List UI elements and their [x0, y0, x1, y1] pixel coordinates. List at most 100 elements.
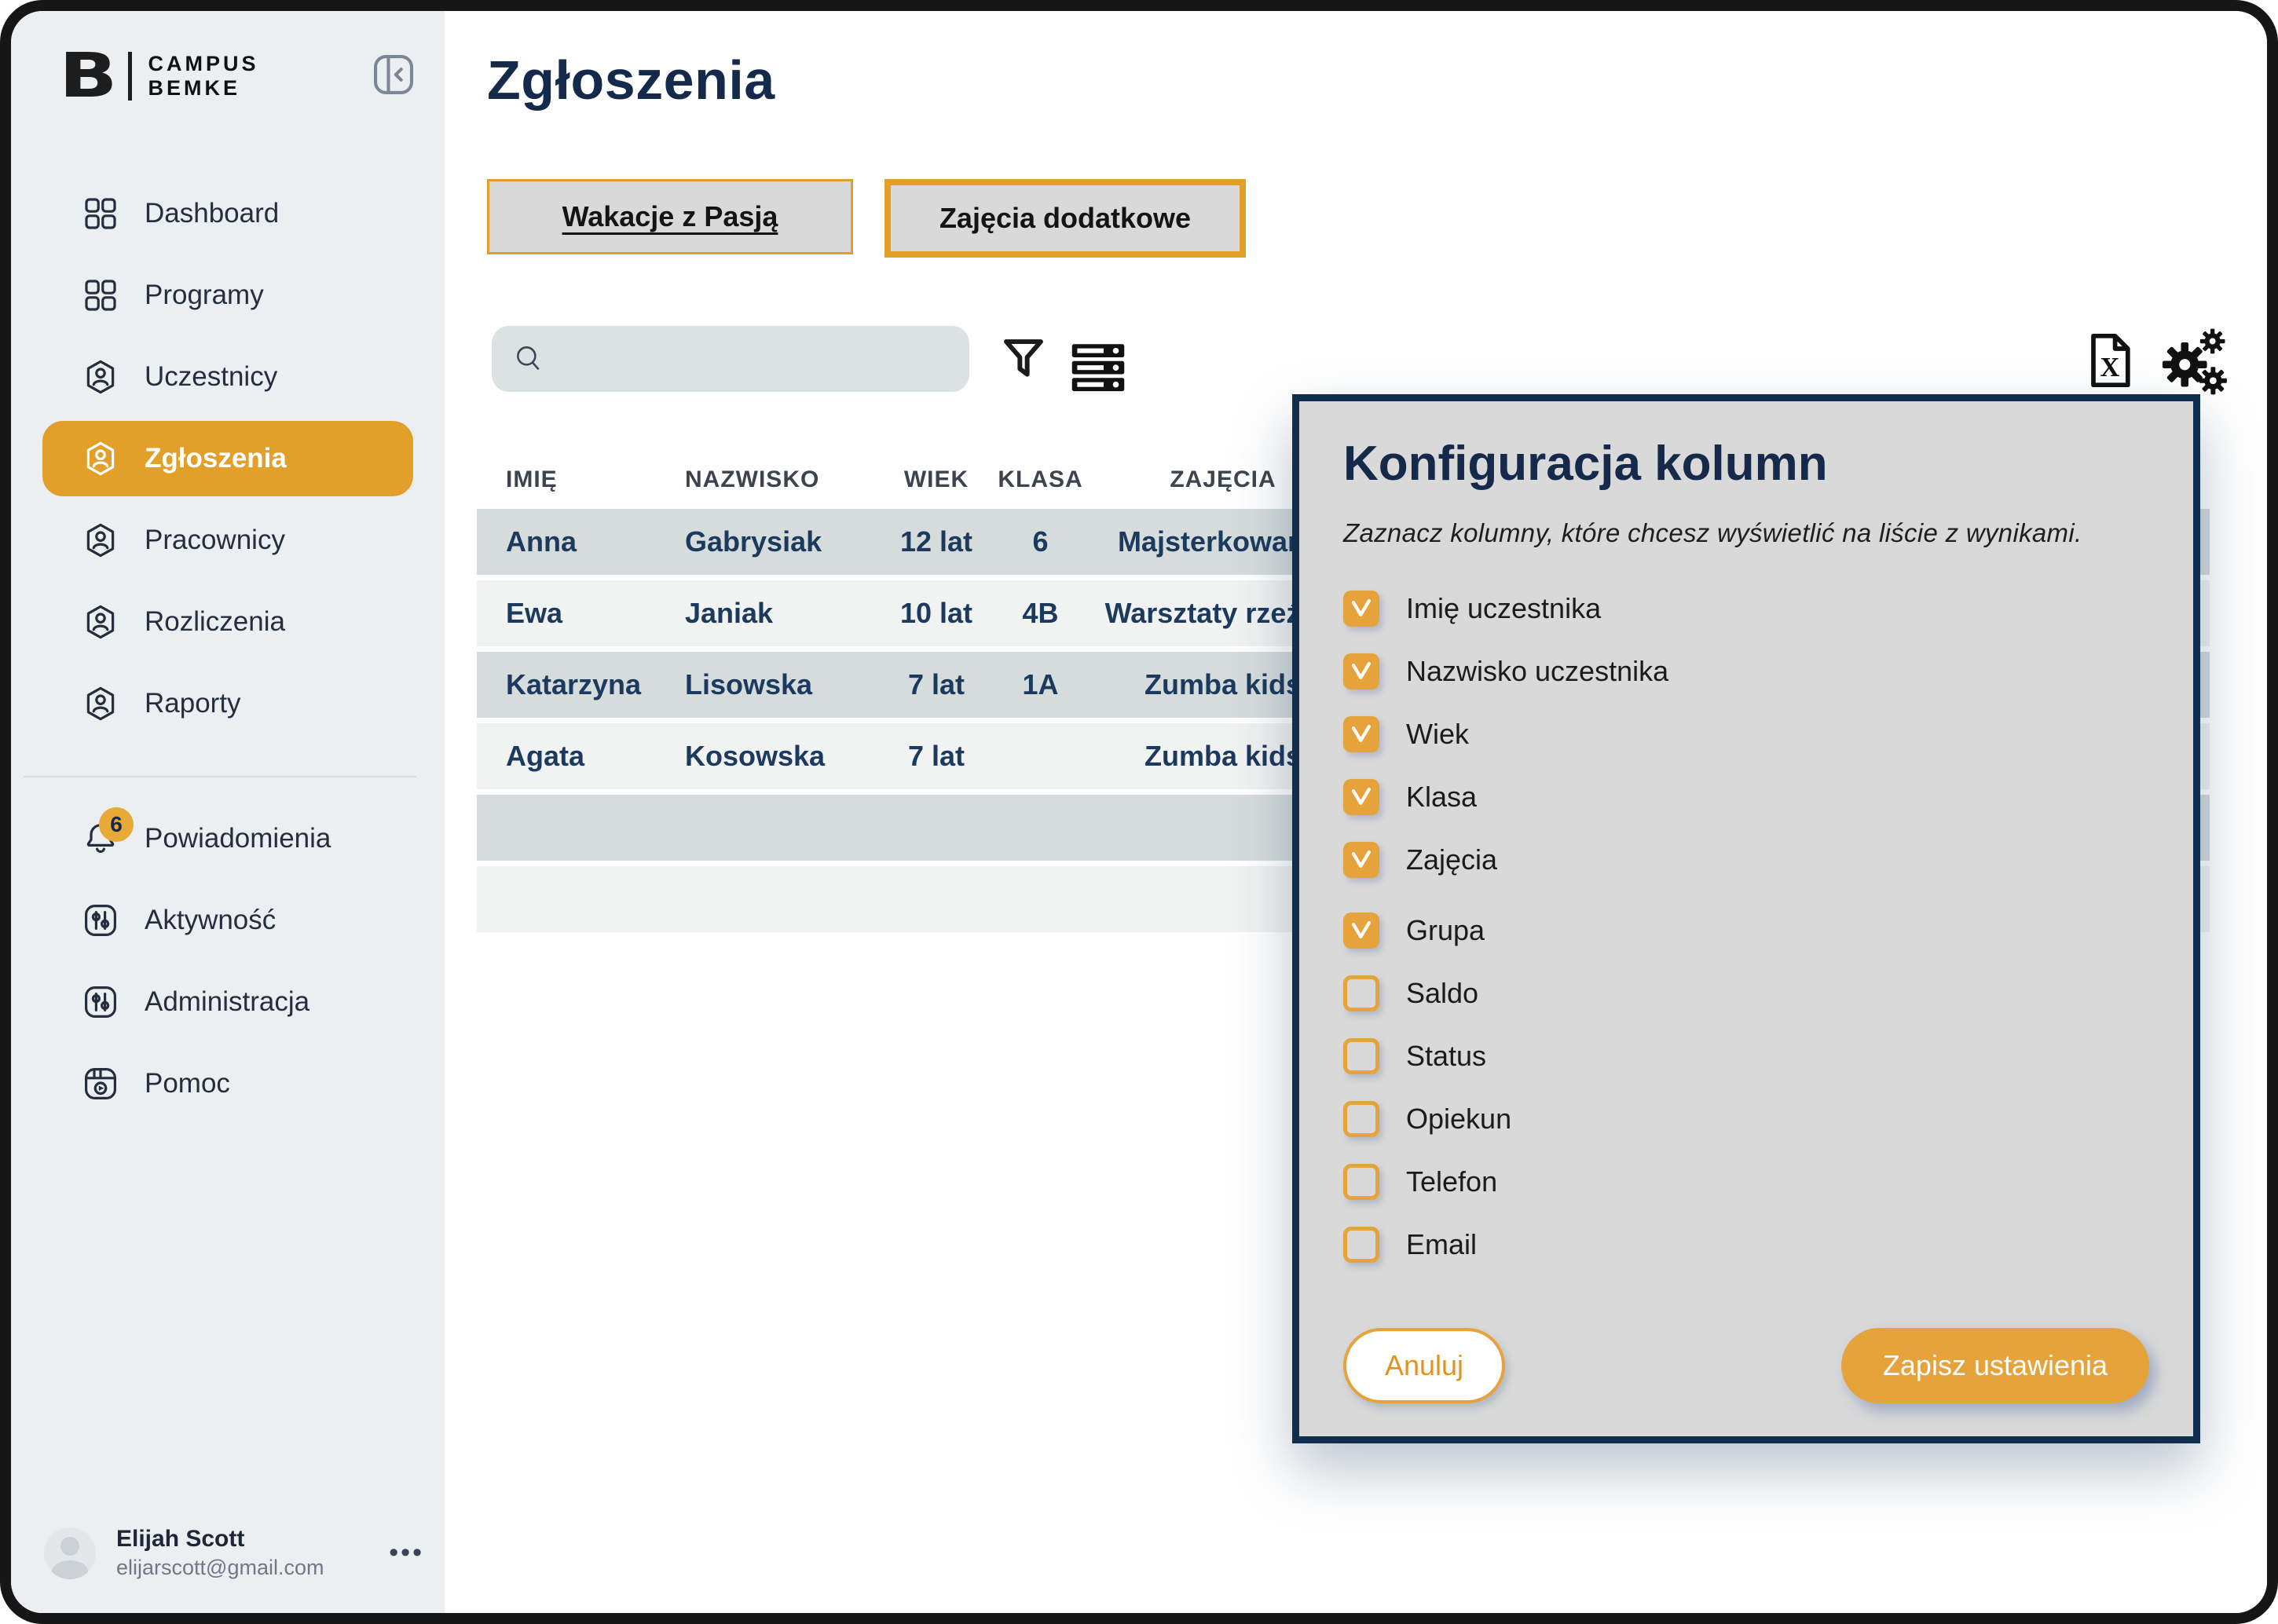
- sidebar-item-administracja[interactable]: Administracja: [11, 961, 445, 1043]
- settings-gears-button[interactable]: [2159, 325, 2231, 399]
- column-option-saldo[interactable]: Saldo: [1343, 975, 2149, 1011]
- checkbox-checked[interactable]: [1343, 653, 1379, 689]
- avatar: [44, 1527, 96, 1579]
- checkbox-checked[interactable]: [1343, 716, 1379, 752]
- modal-title: Konfiguracja kolumn: [1343, 436, 2149, 492]
- user-name: Elijah Scott: [116, 1526, 324, 1553]
- cancel-button[interactable]: Anuluj: [1343, 1328, 1505, 1403]
- checkbox-unchecked[interactable]: [1343, 1227, 1379, 1263]
- column-option-nazwisko-uczestnika[interactable]: Nazwisko uczestnika: [1343, 653, 2149, 689]
- column-option-imie-uczestnika[interactable]: Imię uczestnika: [1343, 591, 2149, 627]
- sidebar-item-raporty[interactable]: Raporty: [11, 663, 445, 744]
- collapse-sidebar-icon: [371, 52, 416, 97]
- sidebar-item-label: Aktywność: [145, 905, 276, 936]
- checkbox-checked[interactable]: [1343, 779, 1379, 815]
- column-option-label: Nazwisko uczestnika: [1406, 655, 1668, 688]
- user-email: elijarscott@gmail.com: [116, 1556, 324, 1580]
- app-frame: B CAMPUS BEMKE Dashboard: [0, 0, 2278, 1624]
- check-icon: [1348, 721, 1375, 748]
- checkbox-unchecked[interactable]: [1343, 1038, 1379, 1074]
- check-icon: [1348, 784, 1375, 810]
- modal-subtitle: Zaznacz kolumny, które chcesz wyświetlić…: [1343, 518, 2149, 548]
- checkbox-unchecked[interactable]: [1343, 1164, 1379, 1200]
- sidebar-item-aktywnosc[interactable]: Aktywność: [11, 880, 445, 961]
- cell-wiek: 7 lat: [885, 668, 987, 701]
- grid-icon: [82, 276, 119, 314]
- avatar-head: [60, 1537, 79, 1556]
- column-option-telefon[interactable]: Telefon: [1343, 1164, 2149, 1200]
- column-option-wiek[interactable]: Wiek: [1343, 716, 2149, 752]
- brand-name-line1: CAMPUS: [148, 52, 258, 76]
- cell-wiek: 12 lat: [885, 525, 987, 558]
- svg-text:X: X: [2100, 353, 2120, 382]
- sidebar-item-pomoc[interactable]: Pomoc: [11, 1043, 445, 1125]
- sliders-icon: [82, 902, 119, 939]
- sidebar-item-label: Uczestnicy: [145, 361, 277, 393]
- excel-export-button[interactable]: X: [2082, 330, 2138, 394]
- person-hex-icon: [82, 358, 119, 396]
- checkbox-checked[interactable]: [1343, 913, 1379, 949]
- main-content: Zgłoszenia Wakacje z Pasją Zajęcia dodat…: [445, 11, 2267, 1613]
- column-option-label: Status: [1406, 1040, 1486, 1073]
- sidebar-item-label: Programy: [145, 280, 264, 311]
- column-option-label: Grupa: [1406, 914, 1485, 947]
- tab-zajecia-dodatkowe[interactable]: Zajęcia dodatkowe: [884, 179, 1246, 258]
- column-option-klasa[interactable]: Klasa: [1343, 779, 2149, 815]
- sidebar-item-label: Pomoc: [145, 1068, 230, 1099]
- sidebar-item-rozliczenia[interactable]: Rozliczenia: [11, 581, 445, 663]
- user-menu-dots[interactable]: •••: [389, 1538, 424, 1568]
- sidebar-item-uczestnicy[interactable]: Uczestnicy: [11, 336, 445, 418]
- checkbox-unchecked[interactable]: [1343, 975, 1379, 1011]
- filter-funnel-icon: [999, 335, 1048, 383]
- sidebar-item-programy[interactable]: Programy: [11, 254, 445, 336]
- program-tabs: Wakacje z Pasją Zajęcia dodatkowe: [487, 179, 1246, 258]
- sidebar-item-pracownicy[interactable]: Pracownicy: [11, 499, 445, 581]
- user-profile: Elijah Scott elijarscott@gmail.com •••: [44, 1526, 424, 1580]
- user-info: Elijah Scott elijarscott@gmail.com: [116, 1526, 324, 1580]
- sidebar-item-label: Raporty: [145, 688, 241, 719]
- column-option-opiekun[interactable]: Opiekun: [1343, 1101, 2149, 1137]
- column-option-grupa[interactable]: Grupa: [1343, 913, 2149, 949]
- cell-imie: Katarzyna: [506, 668, 685, 701]
- column-option-label: Klasa: [1406, 781, 1477, 814]
- brand-name-line2: BEMKE: [148, 76, 258, 101]
- sidebar-item-powiadomienia[interactable]: 6 Powiadomienia: [11, 798, 445, 880]
- brand-name: CAMPUS BEMKE: [148, 52, 258, 101]
- column-option-zajecia[interactable]: Zajęcia: [1343, 842, 2149, 878]
- collapse-sidebar-button[interactable]: [371, 52, 416, 97]
- column-option-email[interactable]: Email: [1343, 1227, 2149, 1263]
- column-rows-icon: [1068, 338, 1128, 397]
- column-option-label: Telefon: [1406, 1165, 1497, 1198]
- tab-label: Zajęcia dodatkowe: [939, 202, 1191, 235]
- sidebar-item-zgloszenia[interactable]: Zgłoszenia: [42, 421, 413, 496]
- sidebar-item-label: Dashboard: [145, 198, 279, 229]
- cell-nazwisko: Kosowska: [685, 740, 885, 773]
- check-icon: [1348, 917, 1375, 944]
- sliders-icon: [82, 983, 119, 1021]
- column-config-modal: Konfiguracja kolumn Zaznacz kolumny, któ…: [1292, 394, 2200, 1443]
- sidebar-item-label: Administracja: [145, 986, 309, 1018]
- cell-imie: Anna: [506, 525, 685, 558]
- checkbox-unchecked[interactable]: [1343, 1101, 1379, 1137]
- sidebar: B CAMPUS BEMKE Dashboard: [11, 11, 445, 1613]
- filter-button[interactable]: [999, 335, 1048, 383]
- checkbox-checked[interactable]: [1343, 591, 1379, 627]
- column-rows-button[interactable]: [1068, 338, 1128, 388]
- save-settings-button[interactable]: Zapisz ustawienia: [1841, 1328, 2149, 1403]
- column-option-status[interactable]: Status: [1343, 1038, 2149, 1074]
- modal-footer: Anuluj Zapisz ustawienia: [1343, 1328, 2149, 1403]
- column-option-label: Email: [1406, 1228, 1477, 1261]
- search-input[interactable]: [547, 326, 969, 392]
- checkbox-checked[interactable]: [1343, 842, 1379, 878]
- cell-klasa: 4B: [987, 597, 1093, 630]
- sidebar-item-dashboard[interactable]: Dashboard: [11, 173, 445, 254]
- column-options-list: Imię uczestnika Nazwisko uczestnika Wiek: [1343, 591, 2149, 1263]
- cell-nazwisko: Gabrysiak: [685, 525, 885, 558]
- search-bar: [492, 326, 969, 392]
- sidebar-item-label: Pracownicy: [145, 525, 285, 556]
- notification-badge: 6: [99, 807, 134, 842]
- sidebar-divider: [24, 776, 416, 777]
- logo-b-mark: B: [59, 49, 113, 104]
- tab-wakacje-z-pasja[interactable]: Wakacje z Pasją: [487, 179, 853, 254]
- column-header: WIEK: [885, 466, 987, 493]
